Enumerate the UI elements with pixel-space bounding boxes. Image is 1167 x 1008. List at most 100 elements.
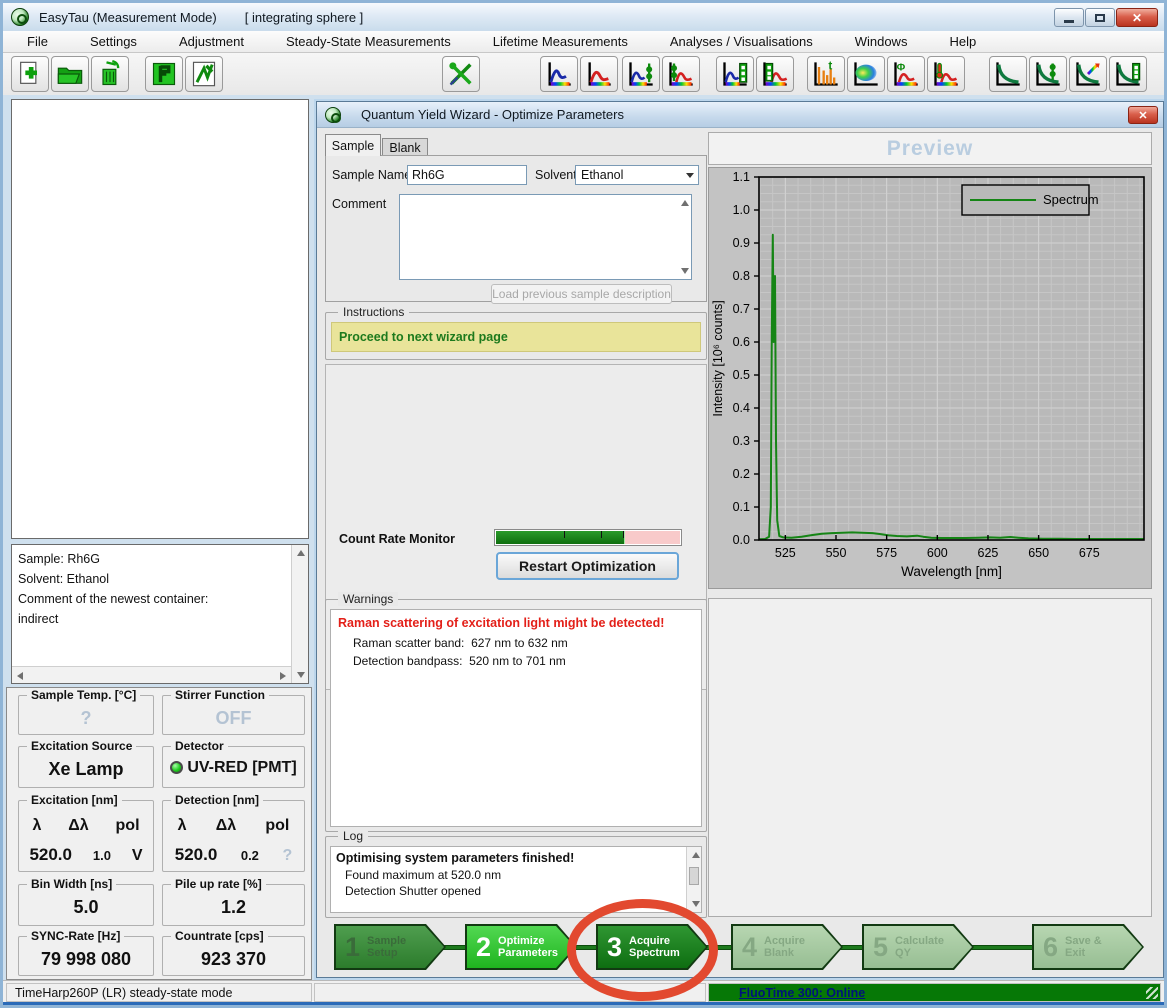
resize-grip-icon[interactable] (1146, 987, 1158, 999)
log-scrollbar[interactable] (686, 847, 701, 912)
excitation-source-box: Excitation Source Xe Lamp (18, 746, 154, 788)
load-previous-sample-button[interactable]: Load previous sample description (491, 284, 672, 304)
sample-description-group: Sample Name Solvent Ethanol Comment Load… (325, 155, 707, 302)
count-rate-tick (601, 531, 602, 538)
detector-value: UV-RED [PMT] (163, 759, 304, 777)
sync-rate-label: SYNC-Rate [Hz] (27, 929, 124, 943)
warning-headline: Raman scattering of excitation light mig… (338, 616, 664, 630)
sample-info-hscrollbar[interactable] (12, 666, 291, 683)
svg-text:0.0: 0.0 (733, 533, 750, 547)
pileup-label: Pile up rate [%] (171, 877, 266, 891)
decay-rainbow-icon (1074, 60, 1102, 88)
measurement-list-panel[interactable] (11, 99, 309, 539)
menu-analyses[interactable]: Analyses / Visualisations (660, 32, 823, 51)
quantum-yield-button[interactable]: Φ (887, 56, 925, 92)
decay-scan-slider-button[interactable] (1029, 56, 1067, 92)
tres-contour-button[interactable] (847, 56, 885, 92)
step-2-optimize-parameters[interactable]: 2 OptimizeParameters (465, 924, 577, 970)
restart-optimization-button[interactable]: Restart Optimization (496, 552, 679, 580)
count-rate-monitor-label: Count Rate Monitor (339, 532, 455, 546)
svg-text:0.4: 0.4 (733, 401, 750, 415)
time-trace-button[interactable]: t (807, 56, 845, 92)
comment-textarea[interactable] (399, 194, 692, 280)
step-4-acquire-blank[interactable]: 4 AcquireBlank (731, 924, 843, 970)
tab-sample[interactable]: Sample (325, 134, 381, 156)
delete-icon (96, 60, 124, 88)
decay-kinetics-button[interactable] (1109, 56, 1147, 92)
emission-scan-slider-icon (667, 60, 695, 88)
manual-adjustment-icon (190, 60, 218, 88)
svg-text:0.3: 0.3 (733, 434, 750, 448)
comment-label: Comment (332, 197, 386, 211)
emission-spectrum-button[interactable] (580, 56, 618, 92)
menu-file[interactable]: File (17, 32, 58, 51)
main-window: EasyTau (Measurement Mode) [ integrating… (0, 0, 1167, 1008)
svg-text:625: 625 (978, 546, 999, 560)
tab-blank[interactable]: Blank (382, 138, 428, 156)
menu-steady-state[interactable]: Steady-State Measurements (276, 32, 461, 51)
log-label: Log (338, 829, 368, 843)
countrate-box: Countrate [cps] 923 370 (162, 936, 305, 976)
sample-info-line: Sample: Rh6G (18, 549, 288, 569)
countrate-value: 923 370 (163, 949, 304, 970)
window-context-label: [ integrating sphere ] (245, 10, 364, 25)
pileup-value: 1.2 (163, 897, 304, 918)
warnings-label: Warnings (338, 592, 398, 606)
wizard-title-bar[interactable]: Quantum Yield Wizard - Optimize Paramete… (317, 102, 1163, 128)
wizard-title: Quantum Yield Wizard - Optimize Paramete… (361, 107, 624, 122)
warnings-box: Raman scattering of excitation light mig… (330, 609, 702, 827)
title-bar[interactable]: EasyTau (Measurement Mode) [ integrating… (3, 3, 1164, 31)
temperature-scan-button[interactable] (927, 56, 965, 92)
tres-contour-icon (852, 60, 880, 88)
solvent-label: Solvent (535, 168, 577, 182)
excitation-kinetics-icon (721, 60, 749, 88)
maximize-button[interactable] (1085, 8, 1115, 27)
sample-info-vscrollbar[interactable] (291, 545, 308, 683)
excitation-kinetics-button[interactable] (716, 56, 754, 92)
menu-adjustment[interactable]: Adjustment (169, 32, 254, 51)
preview-chart-panel: 0.00.10.20.30.40.50.60.70.80.91.01.15255… (708, 167, 1152, 589)
excitation-spectrum-button[interactable] (540, 56, 578, 92)
wizard-close-button[interactable]: ✕ (1128, 106, 1158, 124)
excitation-label: Excitation [nm] (27, 793, 122, 807)
excitation-scan-slider-button[interactable] (622, 56, 660, 92)
step-1-sample-setup[interactable]: 1 SampleSetup (334, 924, 446, 970)
close-button[interactable]: ✕ (1116, 8, 1158, 27)
step-5-calculate-qy[interactable]: 5 CalculateQY (862, 924, 974, 970)
system-tools-button[interactable] (442, 56, 480, 92)
manual-adjustment-button[interactable] (185, 56, 223, 92)
emission-scan-slider-button[interactable] (662, 56, 700, 92)
new-file-button[interactable] (11, 56, 49, 92)
svg-text:Wavelength [nm]: Wavelength [nm] (901, 564, 1002, 579)
sample-temp-box: Sample Temp. [°C] ? (18, 695, 154, 735)
warnings-group: Warnings Raman scattering of excitation … (325, 599, 707, 832)
solvent-dropdown[interactable]: Ethanol (575, 165, 699, 185)
emission-kinetics-button[interactable] (756, 56, 794, 92)
minimize-icon (1064, 20, 1074, 23)
instructions-group: Instructions Proceed to next wizard page (325, 312, 707, 360)
sample-name-input[interactable] (407, 165, 527, 185)
detector-box: Detector UV-RED [PMT] (162, 746, 305, 788)
detection-box: Detection [nm] λΔλpol 520.00.2? (162, 800, 305, 872)
menu-settings[interactable]: Settings (80, 32, 147, 51)
delete-button[interactable] (91, 56, 129, 92)
svg-text:0.7: 0.7 (733, 302, 750, 316)
svg-text:525: 525 (775, 546, 796, 560)
window-title: EasyTau (Measurement Mode) (39, 10, 217, 25)
decay-button[interactable] (989, 56, 1027, 92)
scroll-up-icon[interactable] (681, 200, 689, 206)
new-file-icon (16, 60, 44, 88)
menu-lifetime[interactable]: Lifetime Measurements (483, 32, 638, 51)
sample-changer-button[interactable] (145, 56, 183, 92)
svg-text:0.9: 0.9 (733, 236, 750, 250)
open-folder-button[interactable] (51, 56, 89, 92)
excitation-scan-slider-icon (627, 60, 655, 88)
stirrer-label: Stirrer Function (171, 688, 269, 702)
minimize-button[interactable] (1054, 8, 1084, 27)
decay-rainbow-button[interactable] (1069, 56, 1107, 92)
menu-windows[interactable]: Windows (845, 32, 918, 51)
scroll-down-icon[interactable] (681, 268, 689, 274)
preview-header: Preview (708, 132, 1152, 165)
menu-help[interactable]: Help (939, 32, 986, 51)
step-6-save-exit[interactable]: 6 Save &Exit (1032, 924, 1144, 970)
